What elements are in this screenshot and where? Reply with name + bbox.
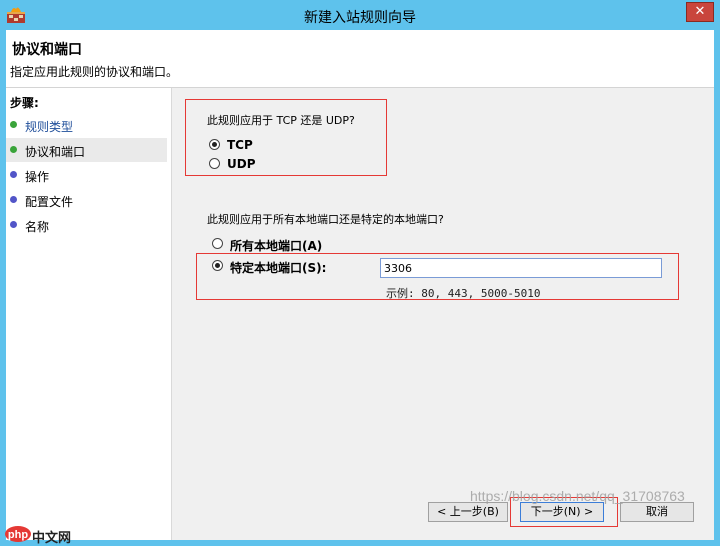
page-subtitle: 指定应用此规则的协议和端口。 [10, 65, 179, 79]
ports-question: 此规则应用于所有本地端口还是特定的本地端口? [207, 213, 444, 226]
specific-ports-radio[interactable] [212, 260, 223, 271]
step-pending-icon [10, 221, 17, 228]
specific-ports-label[interactable]: 特定本地端口(S): [230, 259, 326, 276]
logo-text: 中文网 [32, 531, 72, 546]
step-done-icon [10, 121, 17, 128]
tcp-radio[interactable] [209, 139, 220, 150]
logo-mark: php [8, 529, 28, 541]
page-header: 协议和端口 指定应用此规则的协议和端口。 [6, 30, 714, 88]
step-label: 配置文件 [25, 195, 74, 209]
title-bar[interactable]: 新建入站规则向导 ✕ [0, 0, 720, 30]
watermark-text: https://blog.csdn.net/qq_31708763 [470, 488, 685, 504]
close-icon: ✕ [694, 4, 706, 19]
wizard-window: 新建入站规则向导 ✕ 协议和端口 指定应用此规则的协议和端口。 步骤: 规则类型… [0, 0, 720, 546]
step-label: 协议和端口 [25, 145, 86, 159]
step-label: 名称 [25, 220, 50, 234]
specific-ports-input[interactable] [380, 258, 662, 278]
step-protocol-and-ports[interactable]: 协议和端口 [6, 138, 167, 162]
step-label: 操作 [25, 170, 50, 184]
step-label: 规则类型 [25, 120, 74, 134]
next-button[interactable]: 下一步(N) > [520, 502, 604, 522]
udp-radio[interactable] [209, 158, 220, 169]
all-ports-radio[interactable] [212, 238, 223, 249]
step-rule-type[interactable]: 规则类型 [6, 113, 167, 137]
cancel-button[interactable]: 取消 [620, 502, 694, 522]
tcp-label[interactable]: TCP [227, 138, 253, 152]
all-ports-label[interactable]: 所有本地端口(A) [230, 237, 322, 254]
step-pending-icon [10, 171, 17, 178]
step-pending-icon [10, 196, 17, 203]
steps-panel: 步骤: 规则类型 协议和端口 操作 配置文件 名称 [6, 88, 172, 540]
udp-label[interactable]: UDP [227, 157, 256, 171]
window-title: 新建入站规则向导 [304, 10, 416, 26]
close-button[interactable]: ✕ [686, 2, 714, 22]
main-content: 此规则应用于 TCP 还是 UDP? TCP UDP 此规则应用于所有本地端口还… [172, 88, 714, 540]
step-action[interactable]: 操作 [6, 163, 167, 187]
page-title: 协议和端口 [12, 42, 82, 58]
step-current-icon [10, 146, 17, 153]
steps-heading: 步骤: [10, 96, 39, 110]
protocol-question: 此规则应用于 TCP 还是 UDP? [207, 114, 355, 127]
wizard-body: 协议和端口 指定应用此规则的协议和端口。 步骤: 规则类型 协议和端口 操作 配… [6, 30, 714, 540]
ports-example-hint: 示例: 80, 443, 5000-5010 [386, 287, 541, 300]
back-button[interactable]: < 上一步(B) [428, 502, 508, 522]
step-name[interactable]: 名称 [6, 213, 167, 237]
step-profile[interactable]: 配置文件 [6, 188, 167, 212]
